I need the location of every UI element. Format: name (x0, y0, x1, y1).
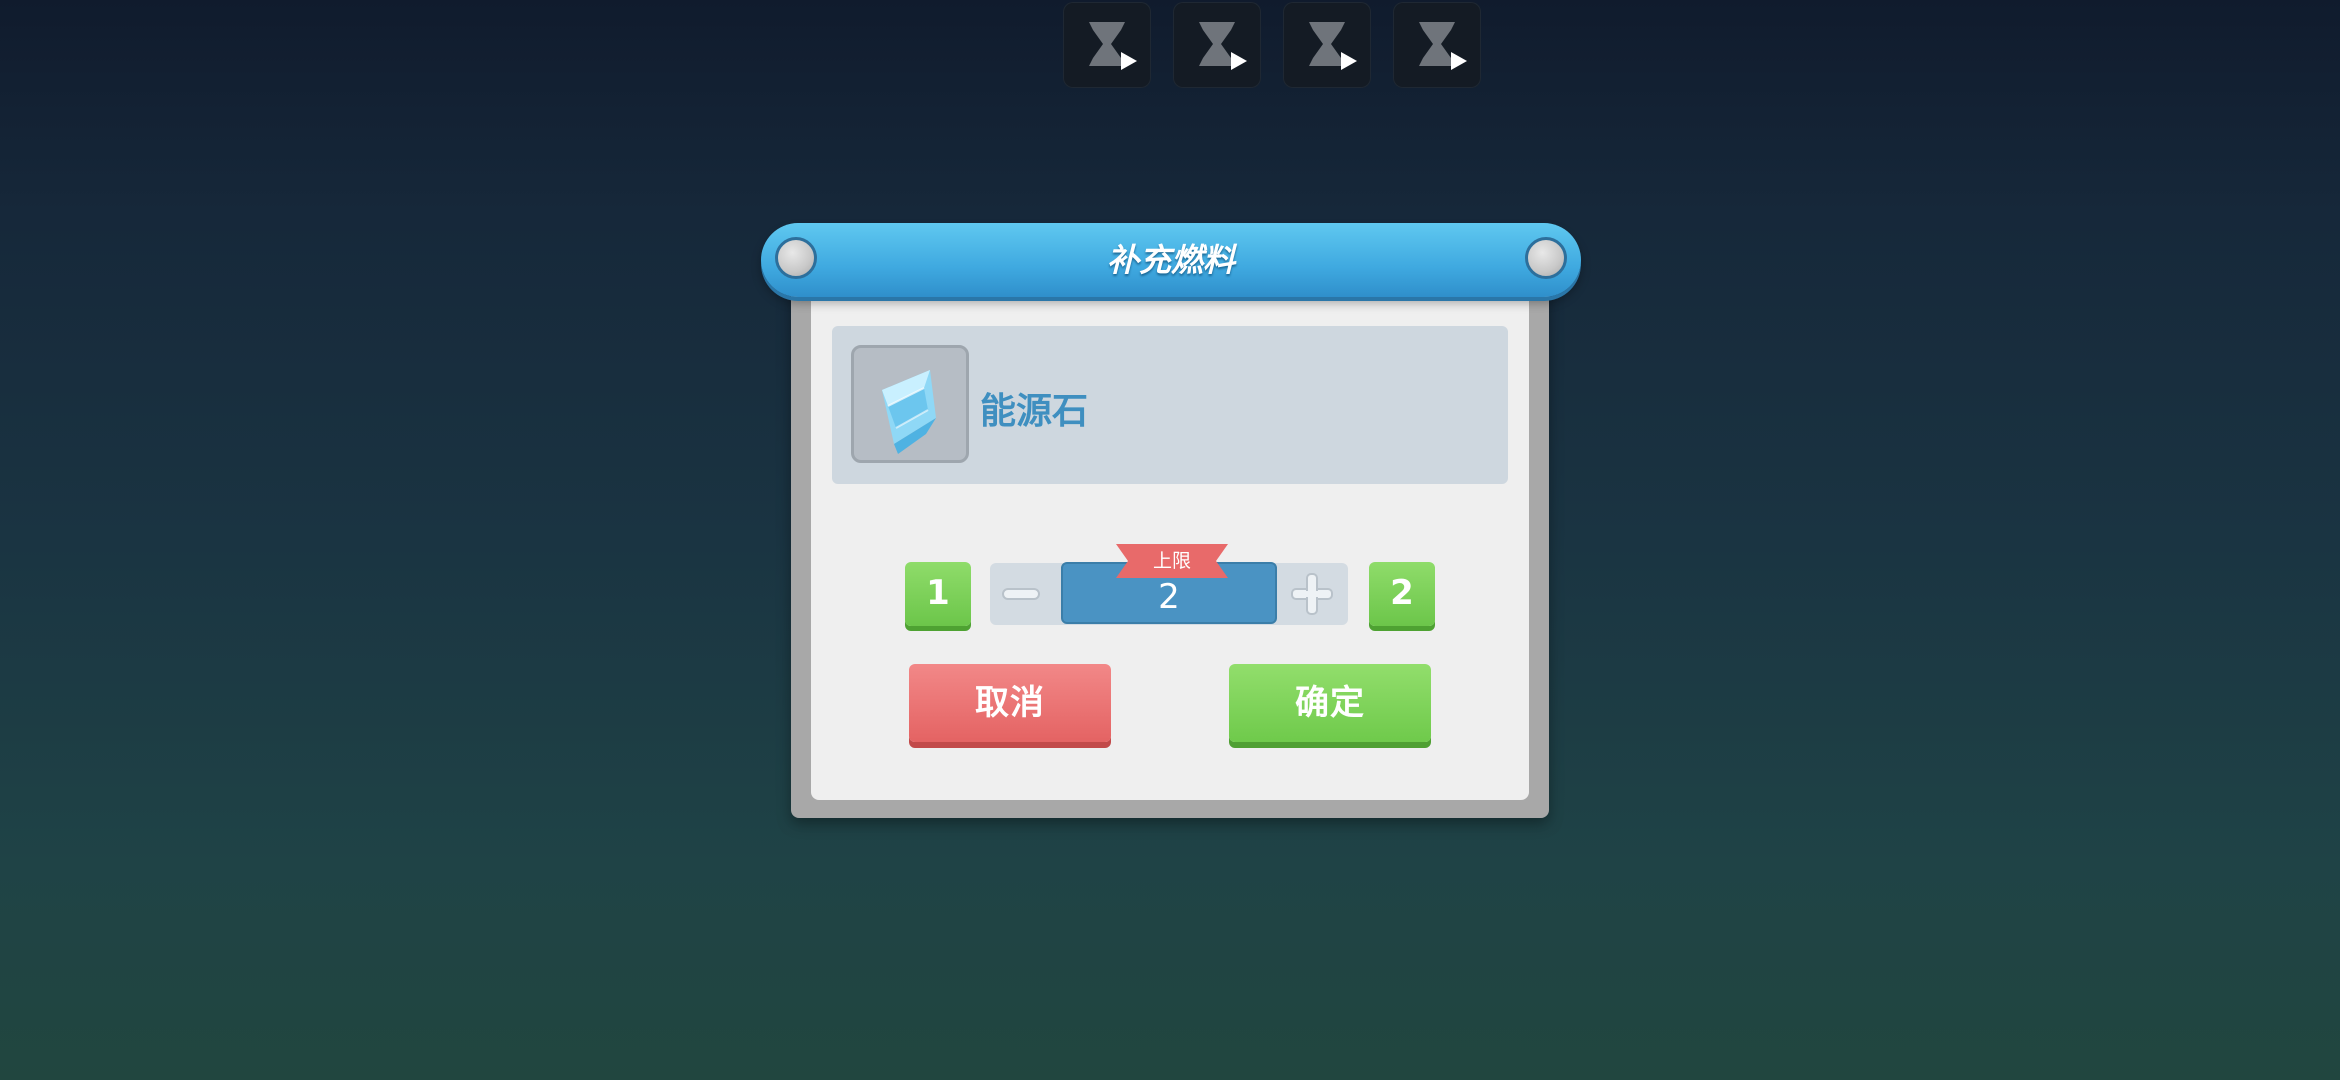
timer-slot-1[interactable] (1063, 2, 1151, 88)
timer-slot-4[interactable] (1393, 2, 1481, 88)
dialog-title-bar: 补充燃料 (761, 223, 1581, 297)
timer-slot-2[interactable] (1173, 2, 1261, 88)
item-icon-frame (851, 345, 969, 463)
confirm-button[interactable]: 确定 (1229, 664, 1431, 742)
increment-button[interactable] (1280, 563, 1346, 625)
min-quantity-button[interactable]: 1 (905, 562, 971, 626)
hourglass-play-icon (1199, 22, 1247, 70)
hourglass-play-icon (1309, 22, 1357, 70)
hourglass-play-icon (1089, 22, 1137, 70)
item-name: 能源石 (980, 391, 1089, 432)
plus-icon (1291, 573, 1333, 615)
max-quantity-button[interactable]: 2 (1369, 562, 1435, 626)
decrement-button[interactable] (991, 563, 1057, 625)
limit-badge: 上限 (1152, 550, 1191, 572)
energy-crystal-icon (882, 370, 936, 454)
hourglass-play-icon (1419, 22, 1467, 70)
dialog-title: 补充燃料 (1106, 241, 1235, 279)
minus-icon (1002, 588, 1040, 600)
timer-slot-3[interactable] (1283, 2, 1371, 88)
cancel-button[interactable]: 取消 (909, 664, 1111, 742)
